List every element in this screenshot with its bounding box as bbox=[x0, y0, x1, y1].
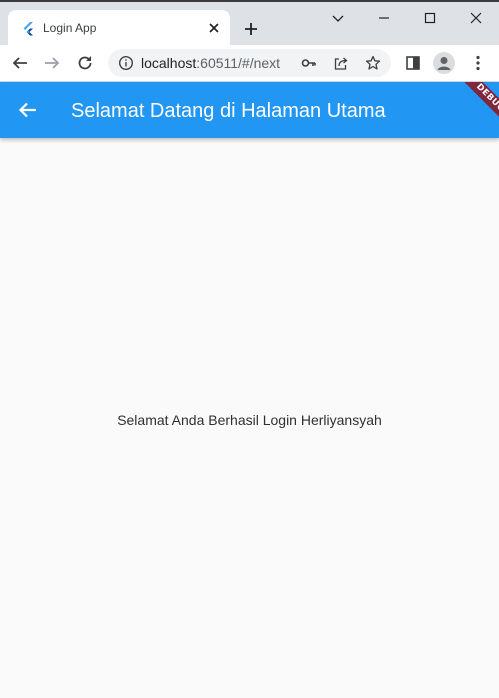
new-tab-icon[interactable] bbox=[243, 21, 259, 37]
chevron-down-icon[interactable] bbox=[330, 10, 346, 26]
flutter-icon bbox=[23, 22, 33, 36]
share-icon[interactable] bbox=[333, 55, 349, 71]
success-message: Selamat Anda Berhasil Login Herliyansyah bbox=[117, 412, 382, 428]
bookmark-star-icon[interactable] bbox=[365, 55, 381, 71]
person-icon bbox=[437, 57, 451, 70]
browser-window: Login App localhost:60511/#/next Selamat… bbox=[0, 0, 499, 698]
back-arrow-icon[interactable] bbox=[11, 54, 29, 72]
more-vert-icon[interactable] bbox=[469, 54, 487, 72]
url-path: :60511/#/next bbox=[196, 55, 281, 71]
info-icon[interactable] bbox=[118, 55, 134, 71]
page-body: Selamat Anda Berhasil Login Herliyansyah bbox=[0, 138, 499, 698]
address-bar[interactable]: localhost:60511/#/next bbox=[108, 49, 391, 77]
profile-avatar[interactable] bbox=[433, 52, 455, 74]
browser-toolbar: localhost:60511/#/next bbox=[0, 45, 499, 82]
tab-close-icon[interactable] bbox=[206, 20, 222, 36]
window-close-icon[interactable] bbox=[468, 10, 484, 26]
tab-title: Login App bbox=[43, 21, 97, 35]
page-title: Selamat Datang di Halaman Utama bbox=[71, 100, 386, 122]
url-text[interactable]: localhost:60511/#/next bbox=[141, 55, 280, 71]
url-host: localhost bbox=[141, 55, 197, 71]
minimize-icon[interactable] bbox=[376, 10, 392, 26]
maximize-icon[interactable] bbox=[422, 10, 438, 26]
app-bar: Selamat Datang di Halaman Utama bbox=[0, 82, 499, 138]
side-panel-icon[interactable] bbox=[404, 54, 422, 72]
key-icon[interactable] bbox=[301, 55, 317, 71]
tab-strip: Login App bbox=[0, 0, 499, 47]
forward-arrow-icon[interactable] bbox=[43, 54, 61, 72]
tab-login-app[interactable]: Login App bbox=[8, 10, 230, 47]
reload-icon[interactable] bbox=[76, 54, 94, 72]
back-arrow-icon[interactable] bbox=[16, 98, 40, 122]
